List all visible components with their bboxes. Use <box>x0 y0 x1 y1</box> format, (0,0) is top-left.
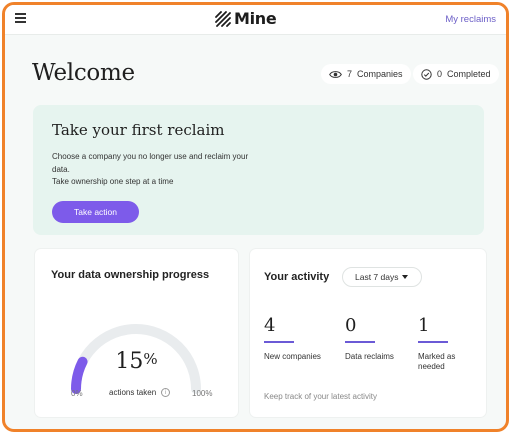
progress-percent: 15% <box>35 349 238 374</box>
metric-underline <box>418 341 448 343</box>
companies-label: Companies <box>357 69 403 79</box>
actions-taken-label: actions taken i <box>109 388 171 397</box>
companies-stat[interactable]: 7 Companies <box>321 64 411 84</box>
metric-value: 1 <box>418 315 430 336</box>
metric-label: Data reclaims <box>345 351 394 361</box>
completed-count: 0 <box>437 69 443 79</box>
activity-card: Your activity Last 7 days 4 New companie… <box>250 249 486 417</box>
banner-description-line-2: Take ownership one step at a time <box>52 177 174 186</box>
data-ownership-progress-card: Your data ownership progress 15% 0% acti… <box>35 249 238 417</box>
logo-text: Mine <box>234 9 277 28</box>
app-frame: Mine My reclaims Welcome 7 Companies 0 C… <box>2 2 509 432</box>
mine-logo-icon <box>215 10 231 27</box>
progress-percent-value: 15 <box>115 349 144 374</box>
check-circle-icon <box>421 68 432 80</box>
metric-new-companies: 4 New companies <box>264 315 324 362</box>
caret-down-icon <box>402 275 408 279</box>
date-range-value: Last 7 days <box>355 272 399 282</box>
metric-value: 0 <box>345 315 357 336</box>
metric-label: Marked as needed <box>418 351 456 371</box>
gauge-min-label: 0% <box>71 389 83 398</box>
my-reclaims-link[interactable]: My reclaims <box>445 14 496 25</box>
progress-percent-symbol: % <box>143 350 158 368</box>
date-range-dropdown[interactable]: Last 7 days <box>342 267 422 287</box>
metric-underline <box>345 341 375 343</box>
banner-description: Choose a company you no longer use and r… <box>52 151 252 189</box>
info-icon[interactable]: i <box>161 388 171 397</box>
metric-underline <box>264 341 294 343</box>
companies-count: 7 <box>347 69 353 79</box>
banner-title: Take your first reclaim <box>52 121 225 139</box>
hamburger-menu-icon[interactable] <box>15 13 26 24</box>
metric-data-reclaims: 0 Data reclaims <box>345 315 405 362</box>
completed-stat[interactable]: 0 Completed <box>413 64 499 84</box>
progress-card-title: Your data ownership progress <box>51 269 210 281</box>
metric-label: New companies <box>264 351 321 361</box>
metric-marked-as-needed: 1 Marked as needed <box>418 315 478 372</box>
activity-card-title: Your activity <box>264 271 330 283</box>
page-title: Welcome <box>32 60 135 86</box>
first-reclaim-banner: Take your first reclaim Choose a company… <box>33 105 484 235</box>
logo[interactable]: Mine <box>215 9 277 28</box>
actions-taken-text: actions taken <box>109 388 157 397</box>
eye-icon <box>329 70 342 78</box>
banner-description-line-1: Choose a company you no longer use and r… <box>52 152 249 174</box>
metric-value: 4 <box>264 315 276 336</box>
completed-label: Completed <box>447 69 491 79</box>
gauge-max-label: 100% <box>192 389 213 398</box>
take-action-button[interactable]: Take action <box>52 201 139 223</box>
top-bar: Mine My reclaims <box>5 5 506 35</box>
activity-footer-text: Keep track of your latest activity <box>264 392 377 401</box>
